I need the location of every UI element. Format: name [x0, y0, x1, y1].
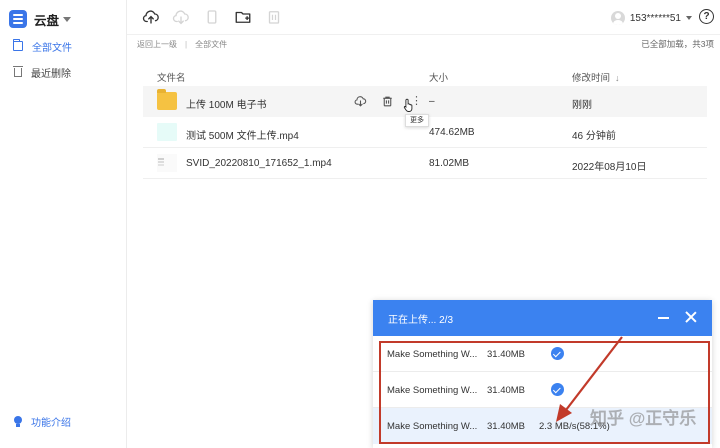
check-circle-icon	[551, 347, 564, 360]
feature-intro-link[interactable]: 功能介绍	[14, 414, 71, 429]
app-name: 云盘	[34, 13, 60, 28]
download-cloud-icon	[172, 10, 189, 25]
breadcrumb-current: 全部文件	[195, 39, 228, 49]
trash-icon	[13, 65, 23, 77]
copy-button[interactable]	[203, 8, 221, 26]
cloud-drive-logo-icon	[9, 10, 27, 28]
column-header-time-label: 修改时间	[572, 73, 611, 84]
upload-file-size: 31.40MB	[487, 421, 526, 432]
breadcrumb-separator: |	[185, 39, 188, 49]
file-name[interactable]: SVID_20220810_171652_1.mp4	[186, 158, 332, 169]
row-divider	[143, 178, 707, 179]
file-modified-time: 46 分钟前	[572, 131, 616, 142]
back-link[interactable]: 返回上一级	[137, 39, 177, 50]
chevron-down-icon	[63, 16, 72, 22]
trash-icon	[382, 96, 392, 106]
user-menu[interactable]: 153******51	[610, 9, 692, 27]
upload-item[interactable]: Make Something W... 31.40MB	[373, 336, 712, 372]
sidebar: 云盘 全部文件 最近删除 功能介绍	[0, 0, 127, 448]
table-row[interactable]: 上传 100M 电子书 ⋮ – 刚刚	[143, 86, 707, 117]
file-size: 81.02MB	[429, 158, 470, 169]
video-file-icon	[157, 123, 177, 141]
delete-button[interactable]	[265, 8, 283, 26]
sort-arrow-icon[interactable]: ↓	[615, 73, 620, 83]
sidebar-item-label: 最近删除	[31, 68, 71, 80]
lightbulb-icon	[14, 415, 23, 428]
upload-panel: 正在上传... 2/3 Make Something W... 31.40MB …	[373, 300, 712, 448]
file-size: –	[429, 96, 435, 107]
new-folder-button[interactable]	[234, 8, 252, 26]
more-tooltip: 更多	[405, 114, 429, 127]
upload-item[interactable]: Make Something W... 31.40MB	[373, 372, 712, 408]
download-row-button[interactable]	[352, 93, 368, 109]
file-size: 474.62MB	[429, 127, 475, 138]
download-icon	[354, 95, 366, 107]
file-table: 文件名 大小 修改时间 ↓ 上传 100M 电子书 ⋮ – 刚刚 测试 500M …	[143, 60, 707, 179]
avatar	[610, 11, 625, 25]
load-status: 已全部加载，共3项	[641, 39, 714, 49]
file-icon	[157, 154, 177, 172]
file-modified-time: 刚刚	[572, 100, 592, 111]
upload-file-name: Make Something W...	[387, 385, 478, 396]
app-brand[interactable]: 云盘	[9, 8, 72, 30]
feature-intro-label: 功能介绍	[31, 418, 71, 429]
delete-icon	[268, 11, 280, 24]
folder-icon	[13, 39, 23, 51]
upload-panel-title: 正在上传... 2/3	[388, 314, 454, 326]
row-actions: ⋮	[352, 93, 433, 109]
upload-button[interactable]	[142, 8, 160, 26]
download-button[interactable]	[172, 8, 190, 26]
file-modified-time: 2022年08月10日	[572, 162, 647, 173]
file-name[interactable]: 测试 500M 文件上传.mp4	[186, 127, 299, 142]
upload-cloud-icon	[142, 10, 159, 24]
delete-row-button[interactable]	[379, 93, 395, 109]
copy-icon	[207, 10, 217, 24]
chevron-down-icon	[686, 16, 692, 20]
folder-icon	[157, 89, 177, 110]
sidebar-item-all-files[interactable]: 全部文件	[13, 38, 72, 54]
breadcrumb: 返回上一级 | 全部文件	[137, 38, 227, 50]
table-row[interactable]: SVID_20220810_171652_1.mp4 81.02MB 2022年…	[143, 148, 707, 179]
upload-file-size: 31.40MB	[487, 349, 526, 360]
upload-file-name: Make Something W...	[387, 349, 478, 360]
toolbar: 153******51 ?	[127, 0, 720, 35]
file-name[interactable]: 上传 100M 电子书	[186, 96, 267, 111]
sidebar-item-recently-deleted[interactable]: 最近删除	[13, 64, 71, 80]
upload-item[interactable]: Make Something W... 31.40MB 2.3 MB/s(58.…	[373, 408, 712, 444]
upload-file-size: 31.40MB	[487, 385, 526, 396]
upload-panel-header: 正在上传... 2/3	[373, 300, 712, 336]
check-circle-icon	[551, 383, 564, 396]
column-header-name[interactable]: 文件名	[157, 70, 186, 84]
sidebar-item-label: 全部文件	[32, 42, 72, 54]
table-header: 文件名 大小 修改时间 ↓	[143, 60, 707, 88]
user-account: 153******51	[629, 12, 681, 24]
hand-cursor-icon	[403, 98, 413, 112]
minimize-icon[interactable]	[658, 317, 669, 319]
column-header-size[interactable]: 大小	[429, 70, 448, 84]
help-button[interactable]: ?	[699, 9, 714, 24]
upload-progress: 2.3 MB/s(58.1%)	[539, 421, 610, 432]
new-folder-icon	[235, 11, 251, 23]
close-icon[interactable]	[684, 310, 698, 324]
column-header-time[interactable]: 修改时间 ↓	[572, 70, 620, 84]
upload-file-name: Make Something W...	[387, 421, 478, 432]
